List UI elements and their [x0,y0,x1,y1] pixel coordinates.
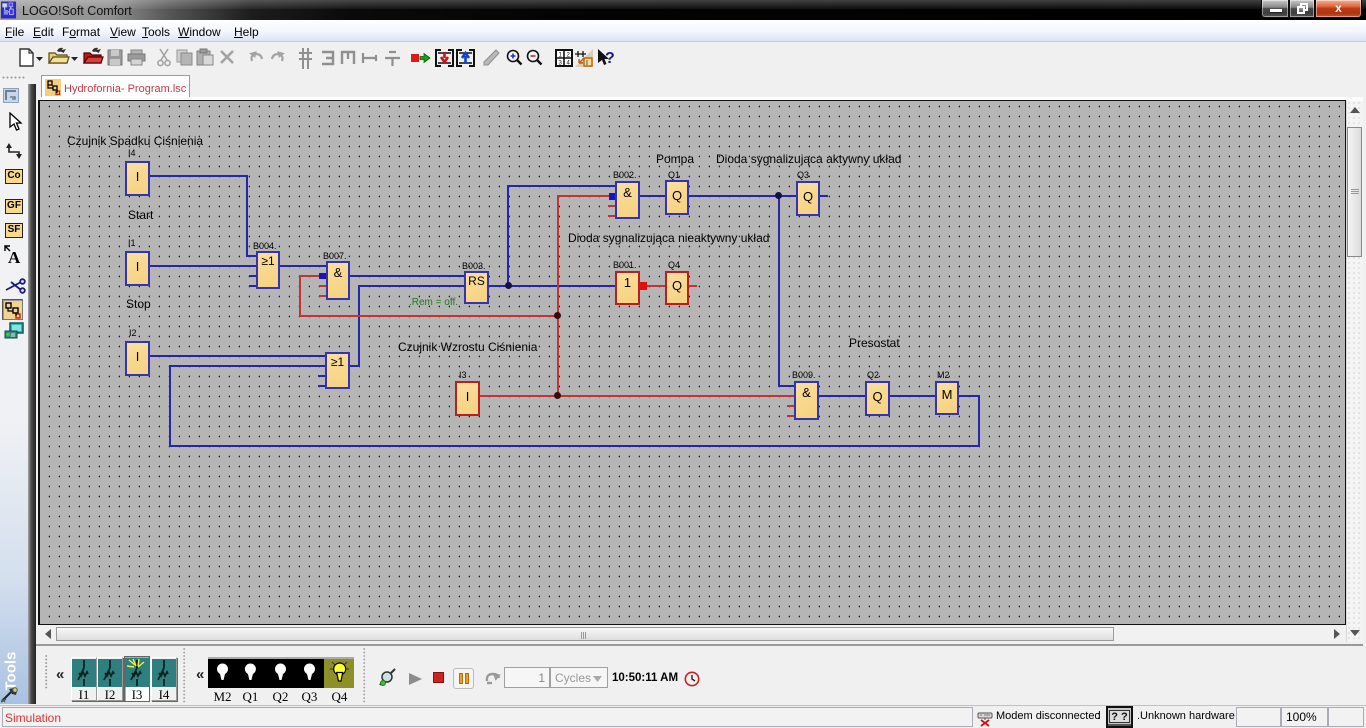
svg-text:A: A [8,248,21,265]
svg-text:I: I [586,60,588,67]
svg-text:?: ? [605,50,615,67]
